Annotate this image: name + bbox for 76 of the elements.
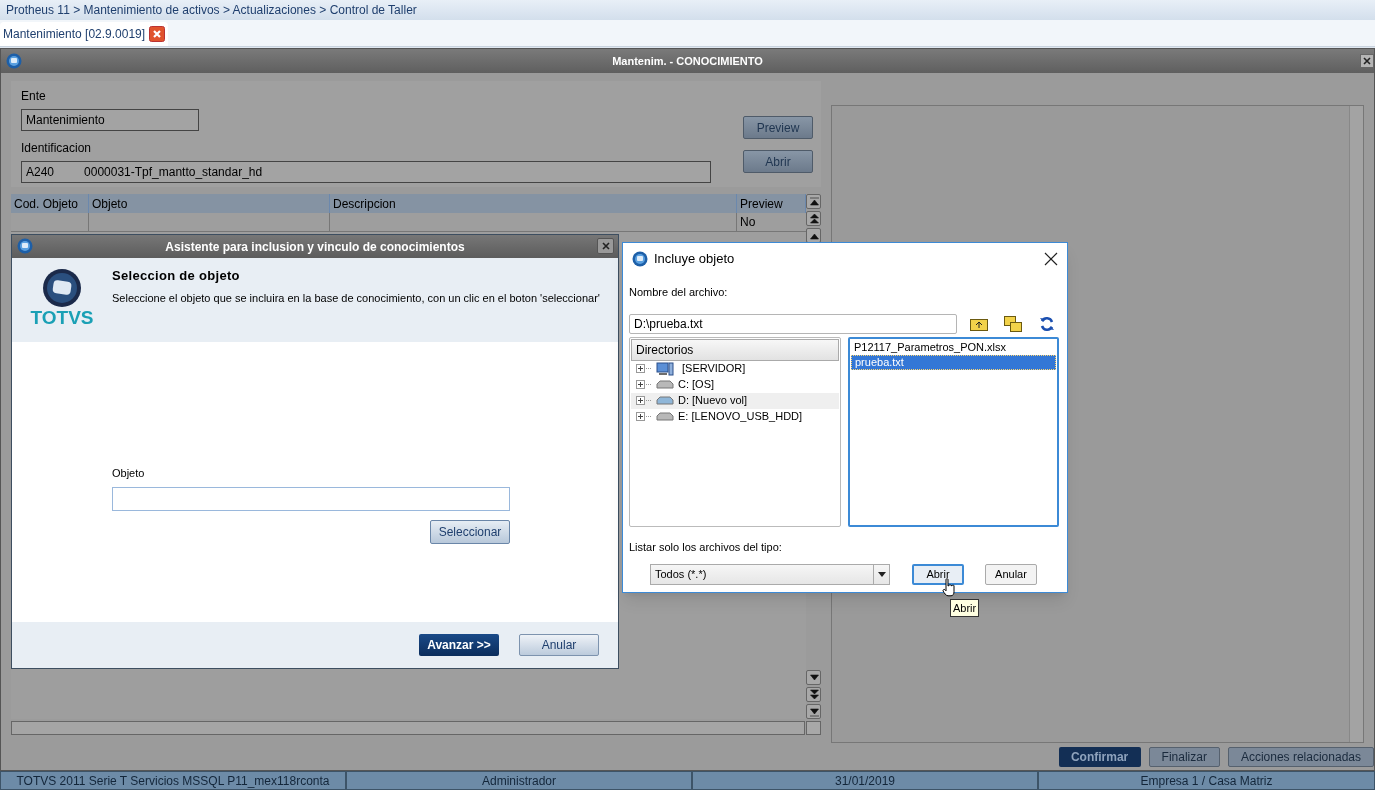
action-button[interactable]: Finalizar — [1148, 747, 1220, 767]
close-icon — [1044, 251, 1058, 266]
filename-field[interactable]: D:\prueba.txt — [629, 313, 957, 334]
scroll-button[interactable] — [806, 211, 821, 226]
table-cell-text: No — [739, 214, 757, 231]
field-label: Objeto — [112, 466, 146, 481]
drive-icon — [655, 395, 675, 406]
action-button[interactable]: Confirmar — [1058, 747, 1141, 767]
arrow-up-icon — [807, 195, 820, 208]
column-header[interactable]: Cod. Objeto — [11, 194, 89, 213]
folder-up-icon — [970, 316, 988, 331]
dialog-button[interactable]: Abrir — [912, 564, 964, 585]
caret-icon — [877, 572, 886, 577]
directory-item[interactable]: D: [Nuevo vol] — [631, 392, 839, 409]
wizard-button[interactable]: Avanzar >> — [419, 634, 499, 656]
drive-icon — [655, 379, 675, 390]
close-icon — [149, 26, 166, 42]
breadcrumb: Protheus 11 > Mantenimiento de activos > Actualizaciones > Control de Taller — [6, 2, 417, 19]
field-value: 0000031-Tpf_mantto_standar_hd — [84, 164, 263, 181]
app-icon — [6, 53, 22, 69]
scroll-button[interactable] — [806, 670, 821, 685]
dialog-title: Incluye objeto — [654, 249, 736, 268]
expand-icon — [636, 412, 652, 421]
refresh-icon — [1039, 315, 1055, 332]
dialog-title: Asistente para inclusion y vinculo de conocimientos — [165, 238, 465, 256]
status-cell: Administrador — [347, 772, 691, 789]
folder-up-button[interactable] — [967, 316, 991, 331]
dialog-button[interactable]: Anular — [985, 564, 1037, 585]
expand-icon — [636, 396, 652, 405]
field-label: Listar solo los archivos del tipo: — [629, 539, 783, 555]
file-item[interactable]: P12117_Parametros_PON.xlsx — [851, 339, 1056, 355]
directory-item[interactable]: C: [OS] — [631, 376, 839, 393]
arrow-down-icon — [807, 705, 820, 718]
tab[interactable]: Mantenimiento [02.9.0019] — [0, 22, 169, 46]
new-folder-button[interactable] — [1001, 315, 1025, 332]
expand-icon — [636, 364, 652, 373]
arrow-up-icon — [807, 212, 820, 225]
directory-item[interactable]: [SERVIDOR] — [631, 360, 839, 377]
logo-icon — [42, 268, 82, 308]
wizard-button[interactable]: Anular — [519, 634, 599, 656]
wizard-description: Seleccione el objeto que se incluira en la base de conocimiento, con un clic en el boton 'seleccionar' — [112, 290, 600, 306]
tooltip: Abrir — [950, 599, 980, 617]
column-header[interactable]: Directorios — [631, 338, 839, 361]
status-cell: Empresa 1 / Casa Matriz — [1039, 772, 1374, 789]
action-button[interactable]: Acciones relacionadas — [1227, 747, 1374, 767]
select-button[interactable]: Seleccionar — [430, 519, 510, 544]
close-icon — [601, 242, 610, 250]
field-code: A240 — [26, 164, 55, 181]
folders-icon — [1004, 315, 1022, 332]
column-header[interactable]: Descripcion — [330, 194, 737, 213]
close-button[interactable] — [597, 238, 614, 254]
status-cell: TOTVS 2011 Serie T Servicios MSSQL P11_mex118rconta — [1, 772, 345, 789]
scroll-button[interactable] — [806, 194, 821, 209]
close-icon — [1363, 57, 1371, 65]
arrow-down-icon — [807, 688, 820, 701]
status-cell: 31/01/2019 — [693, 772, 1037, 789]
file-item[interactable]: prueba.txt — [851, 354, 1056, 370]
field-label: Nombre del archivo: — [629, 285, 729, 300]
field-label: Ente — [21, 88, 47, 105]
ente-field[interactable]: Mantenimiento — [21, 109, 199, 131]
close-button[interactable] — [1360, 54, 1374, 68]
directory-item[interactable]: E: [LENOVO_USB_HDD] — [631, 408, 839, 425]
app-icon — [17, 238, 33, 254]
column-header[interactable]: Objeto — [89, 194, 330, 213]
window-title: Mantenim. - CONOCIMIENTO — [612, 53, 763, 69]
computer-icon — [655, 361, 675, 376]
logo-text: TOTVS — [30, 308, 94, 327]
scroll-button[interactable] — [806, 704, 821, 719]
file-type-dropdown[interactable]: Todos (*.*) — [650, 564, 890, 585]
scroll-button[interactable] — [806, 687, 821, 702]
expand-icon — [636, 380, 652, 389]
identificacion-field[interactable]: A240 0000031-Tpf_mantto_standar_hd — [21, 161, 711, 183]
field-label: Identificacion — [21, 140, 93, 157]
app-icon — [632, 250, 648, 267]
drive-icon — [655, 411, 675, 422]
wizard-heading: Seleccion de objeto — [112, 267, 241, 285]
